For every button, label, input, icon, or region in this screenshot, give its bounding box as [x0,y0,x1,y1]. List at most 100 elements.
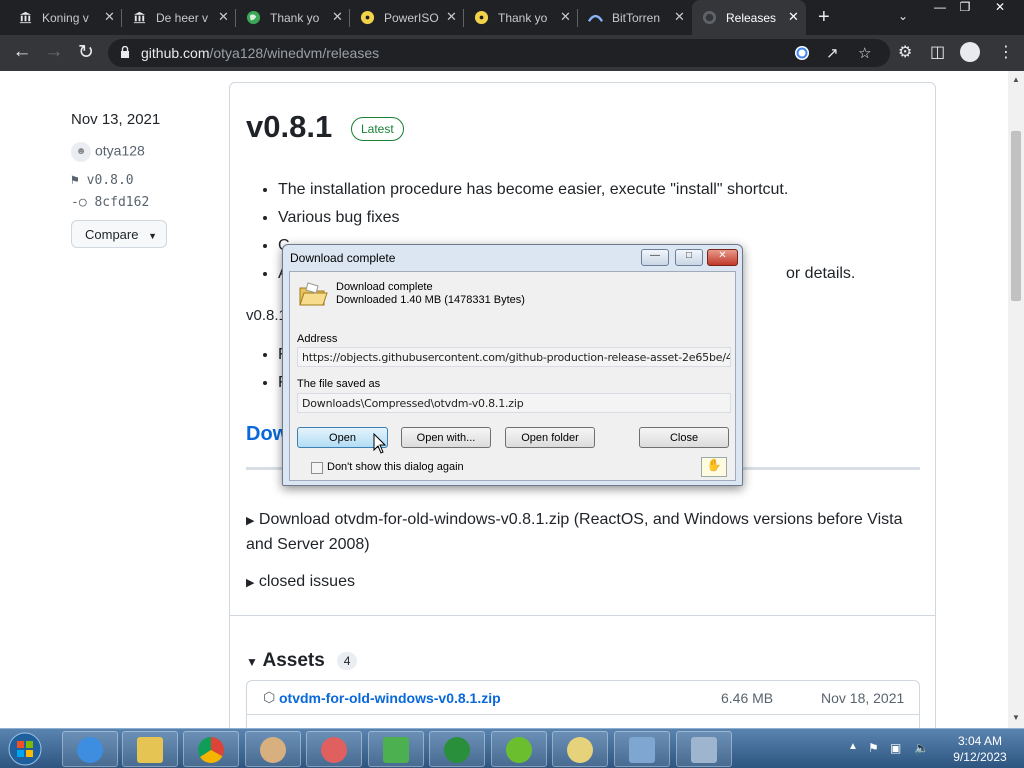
tab-title: Thank yo [498,11,548,25]
reload-icon[interactable]: ↻ [74,41,98,64]
asset-date: Nov 18, 2021 [821,690,905,706]
taskbar-explorer[interactable] [122,731,178,767]
tab-koning[interactable]: Koning v ✕ [8,0,122,35]
snipping-icon [321,737,347,763]
details-label: Download otvdm-for-old-windows-v0.8.1.zi… [246,511,903,553]
close-icon[interactable]: ✕ [104,9,115,25]
window-restore-icon[interactable]: ❐ [952,0,978,20]
triangle-right-icon: ▶ [246,577,255,589]
window-minimize-icon[interactable]: — [928,0,952,20]
tab-thank-you-1[interactable]: Thank yo ✕ [236,0,350,35]
caret-down-icon: ▼ [148,231,158,241]
saved-as-label: The file saved as [297,378,381,390]
taskbar-utorrent[interactable] [491,731,547,767]
download-complete-dialog: Download complete — □ ✕ Download complet… [282,244,743,486]
details-label: closed issues [258,573,355,590]
extensions-icon[interactable]: ⚙ [898,42,912,62]
close-icon[interactable]: ✕ [218,9,229,25]
tab-bittorrent[interactable]: BitTorren ✕ [578,0,692,35]
dont-show-checkbox[interactable] [311,462,323,474]
clock-time[interactable]: 3:04 AM [950,734,1010,748]
compare-button[interactable]: Compare ▼ [71,220,167,248]
profile-avatar-icon[interactable] [960,42,980,62]
address-label: Address [297,333,338,345]
dialog-maximize-button[interactable]: □ [675,249,703,266]
triangle-right-icon: ▶ [246,515,255,527]
release-commit[interactable]: -○ 8cfd162 [71,195,149,210]
library-icon [133,11,146,24]
system-tray: ▲ ⚑ ▣ 🔈 3:04 AM 9/12/2023 [840,729,1024,768]
close-icon[interactable]: ✕ [560,9,571,25]
close-icon[interactable]: ✕ [674,9,685,25]
open-folder-button[interactable]: Open folder [505,427,595,448]
release-author[interactable]: ☻ otya128 [71,142,145,162]
open-with-button[interactable]: Open with... [401,427,491,448]
installer-icon [383,737,409,763]
tray-expand-icon[interactable]: ▲ [848,741,858,752]
scrollbar-thumb[interactable] [1011,131,1021,301]
start-button-icon[interactable] [5,731,45,767]
taskbar-monitor[interactable] [614,731,670,767]
details-old-windows[interactable]: ▶ Download otvdm-for-old-windows-v0.8.1.… [246,508,918,557]
release-tag[interactable]: ⚑ v0.8.0 [71,173,134,188]
assets-toggle[interactable]: ▼ Assets 4 [246,650,358,672]
close-icon[interactable]: ✕ [332,9,343,25]
assets-count-badge: 4 [336,651,358,670]
taskbar-paint[interactable] [245,731,301,767]
network-icon[interactable]: ▣ [890,741,901,755]
dont-show-label[interactable]: Don't show this dialog again [327,461,464,473]
menu-kebab-icon[interactable]: ⋮ [998,42,1014,62]
taskbar-chrome[interactable] [183,731,239,767]
tab-thank-you-2[interactable]: Thank yo ✕ [464,0,578,35]
paint-icon [260,737,286,763]
taskbar-keyboard[interactable] [676,731,732,767]
forward-icon[interactable]: → [42,41,66,63]
tab-releases[interactable]: Releases ✕ [692,0,806,35]
tab-poweriso[interactable]: PowerISO ✕ [350,0,464,35]
taskbar-idm[interactable] [429,731,485,767]
keyboard-icon [691,737,717,763]
taskbar-ie[interactable] [62,731,118,767]
release-title[interactable]: v0.8.1 [246,109,332,145]
close-icon[interactable]: ✕ [446,9,457,25]
close-button[interactable]: Close [639,427,729,448]
new-tab-icon[interactable]: + [818,6,830,29]
back-icon[interactable]: ← [10,41,34,63]
author-name: otya128 [95,142,145,159]
taskbar-poweriso[interactable] [552,731,608,767]
utorrent-icon [506,737,532,763]
library-icon [19,11,32,24]
details-closed-issues[interactable]: ▶ closed issues [246,573,355,591]
url-text[interactable]: github.com/otya128/winedvm/releases [141,45,379,61]
list-item: The installation procedure has become ea… [278,181,918,209]
share-icon[interactable]: ↗ [826,44,839,62]
clock-date[interactable]: 9/12/2023 [946,750,1014,764]
address-bar[interactable]: github.com/otya128/winedvm/releases ↗ ☆ [108,39,890,67]
url-host: github.com [141,45,210,61]
taskbar-snipping[interactable] [306,731,362,767]
window-close-icon[interactable]: ✕ [978,0,1022,20]
asset-link[interactable]: otvdm-for-old-windows-v0.8.1.zip [279,690,501,706]
triangle-down-icon: ▼ [246,655,258,669]
dialog-minimize-button[interactable]: — [641,249,669,266]
dialog-close-button[interactable]: ✕ [707,249,738,266]
side-panel-icon[interactable]: ◫ [930,42,945,62]
ie-icon [77,737,103,763]
drag-hand-icon[interactable]: ✋ [701,457,727,477]
google-lens-icon[interactable] [794,45,810,61]
action-center-icon[interactable]: ⚑ [868,741,879,755]
taskbar-installer[interactable] [368,731,424,767]
scroll-up-icon[interactable]: ▲ [1012,75,1020,84]
scroll-down-icon[interactable]: ▼ [1012,713,1020,722]
green-globe-icon [246,10,261,25]
bookmark-star-icon[interactable]: ☆ [858,44,871,62]
volume-muted-icon[interactable]: 🔈 [914,741,929,755]
disc-icon [360,10,375,25]
page-scrollbar[interactable]: ▲ ▼ [1008,71,1024,728]
address-field[interactable]: https://objects.githubusercontent.com/gi… [297,347,731,367]
tab-search-icon[interactable]: ⌄ [898,9,908,23]
saved-path-field[interactable]: Downloads\Compressed\otvdm-v0.8.1.zip [297,393,731,413]
asset-size: 6.46 MB [721,690,774,706]
close-icon[interactable]: ✕ [788,9,799,25]
tab-de-heer[interactable]: De heer v ✕ [122,0,236,35]
